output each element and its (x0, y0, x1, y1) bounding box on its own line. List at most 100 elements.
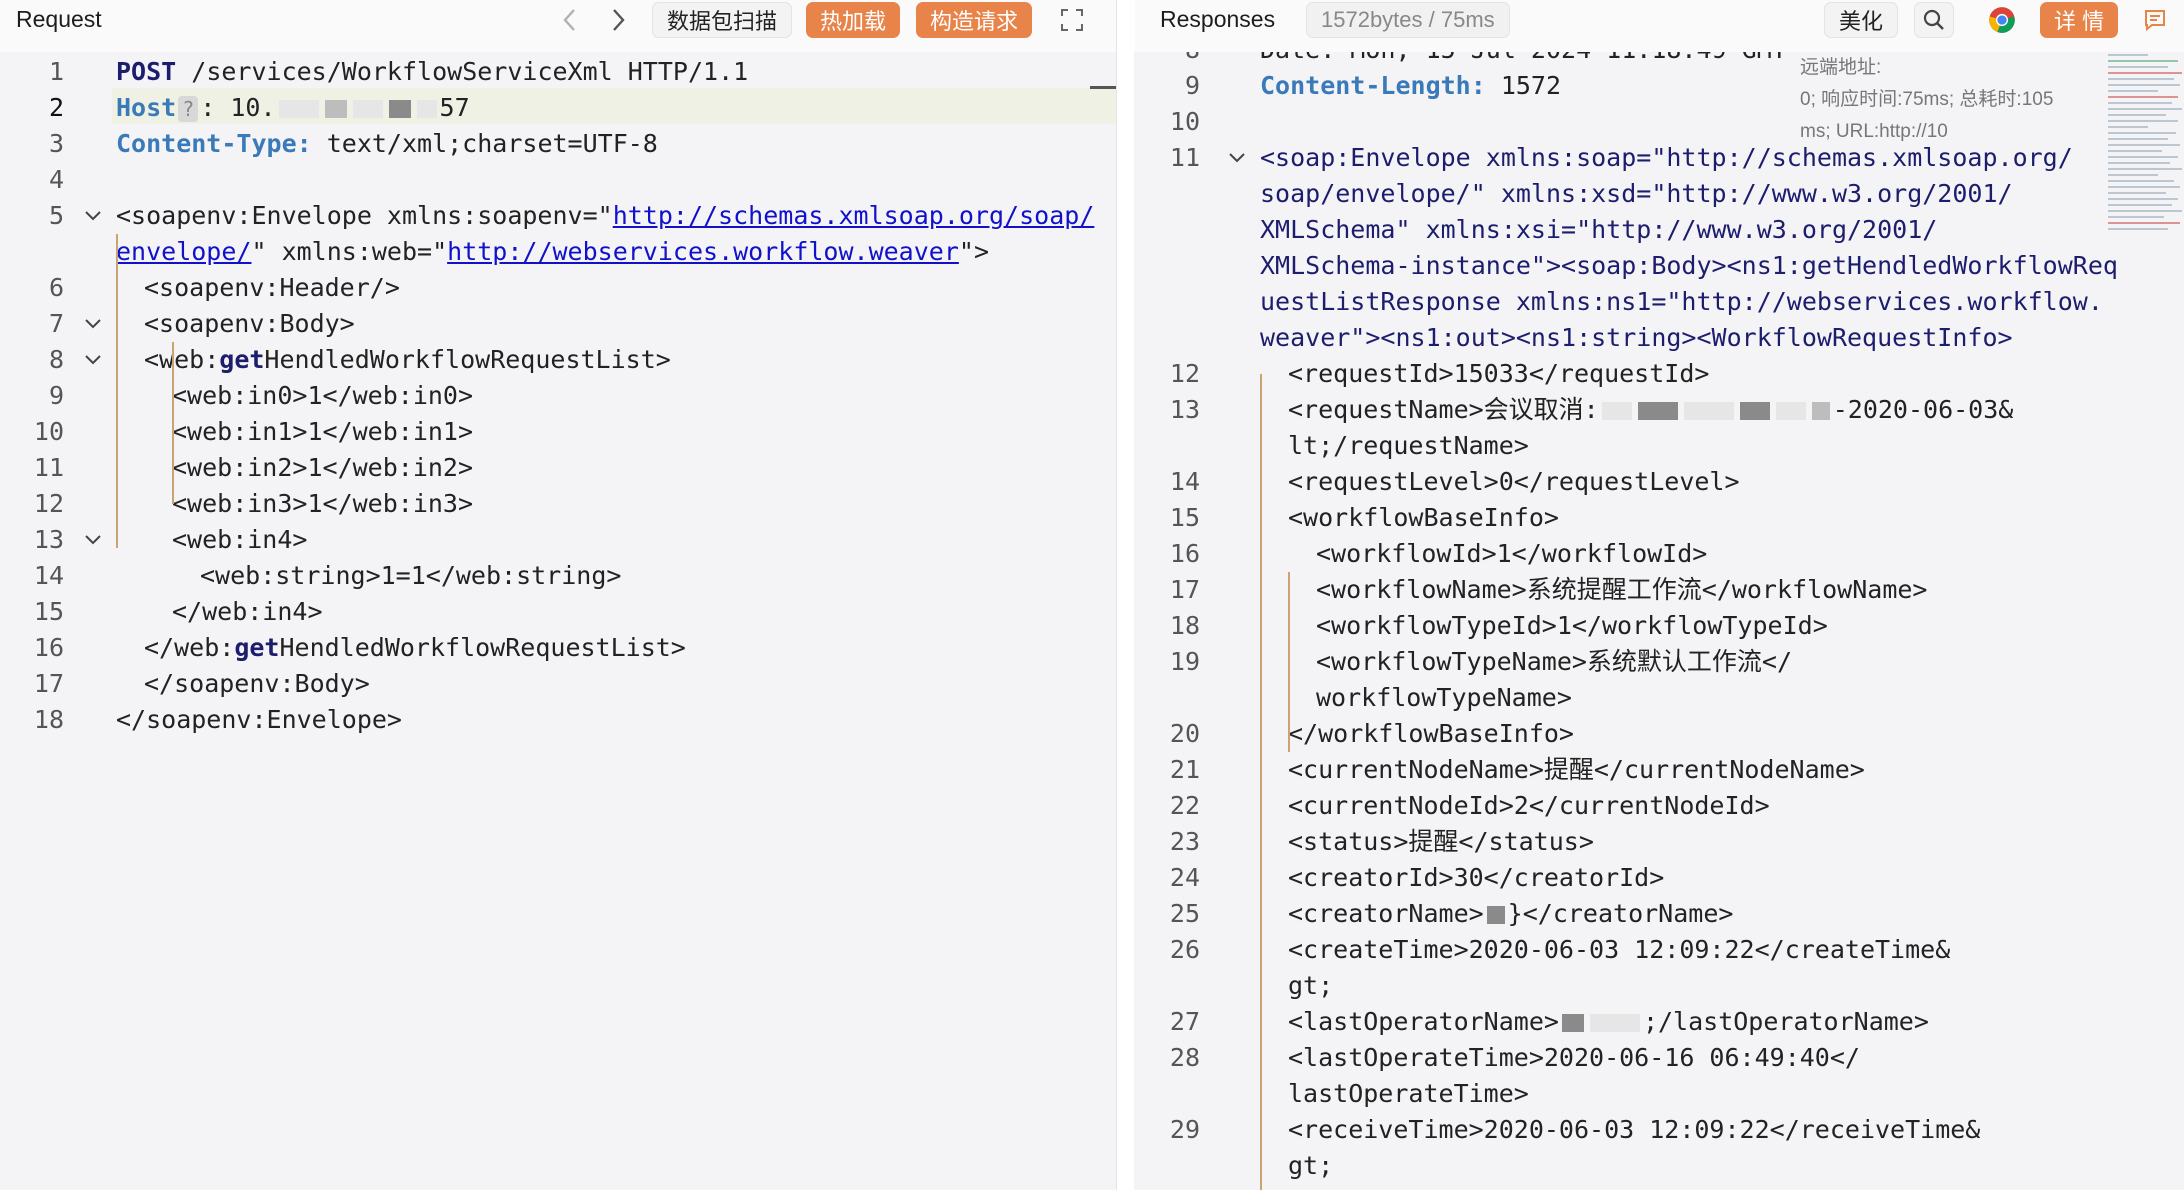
response-viewer[interactable]: 8 Date: Mon, 15 Jul 2024 11:18:49 GMT 9 Con… (1134, 52, 2184, 1190)
response-text: workflowTypeName> (1316, 683, 1572, 712)
hot-load-button[interactable]: 热加载 (806, 2, 901, 38)
line-number: 17 (1169, 575, 1200, 604)
namespace-link: http://schemas.xmlsoap.org/soap/ (612, 201, 1095, 230)
response-code: <status>提醒</status> (1288, 824, 1594, 860)
redacted (388, 100, 411, 118)
details-button[interactable]: 详 情 (2040, 2, 2119, 38)
redacted (1775, 402, 1806, 420)
redacted (1561, 1014, 1584, 1032)
fold-chevron-icon[interactable] (82, 349, 104, 371)
beautify-button[interactable]: 美化 (1824, 2, 1899, 38)
xml-tag: <web:in3>1</web:in3> (172, 489, 474, 518)
xml-tag: <web:in2>1</web:in2> (172, 453, 474, 482)
fold-chevron-icon[interactable] (82, 205, 104, 227)
line-number: 13 (1169, 395, 1200, 424)
response-size-badge: 1572bytes / 75ms (1306, 2, 1510, 38)
line-number: 2 (48, 93, 64, 122)
line-number: 24 (1169, 863, 1200, 892)
line-number: 23 (1169, 827, 1200, 856)
xml-tag: "> (958, 237, 989, 266)
response-text: <workflowId>1</workflowId> (1316, 539, 1708, 568)
line-number: 9 (1184, 71, 1200, 100)
chrome-icon (1989, 7, 2015, 33)
line-number: 28 (1169, 1043, 1200, 1072)
comment-button[interactable] (2136, 2, 2174, 38)
response-code: <currentNodeName>提醒</currentNodeName> (1288, 752, 1865, 788)
line-number: 10 (1169, 107, 1200, 136)
redacted (1486, 906, 1505, 924)
namespace-link: envelope/ (116, 237, 252, 266)
response-text: lt;/requestName> (1288, 431, 1529, 460)
response-info-overlay: 远端地址: 0; 响应时间:75ms; 总耗时:105 ms; URL:http… (1800, 52, 2090, 148)
redacted (1601, 402, 1632, 420)
back-arrow-icon[interactable] (558, 6, 582, 34)
method-name: get (234, 633, 280, 662)
request-editor[interactable]: 1 POST /services/WorkflowServiceXml HTTP/… (0, 52, 1116, 1190)
overlay-url: ms; URL:http://10 (1800, 121, 1948, 142)
line-number: 3 (48, 129, 64, 158)
request-code: <soapenv:Header/> (144, 270, 400, 306)
request-code: <web:in2>1</web:in2> (172, 450, 473, 486)
line-number: 5 (48, 201, 64, 230)
response-text: gt; (1288, 1151, 1334, 1180)
request-code: Host?: 10. 57 (116, 90, 470, 126)
response-text: <requestName>会议取消: (1288, 395, 1599, 424)
line-number: 12 (1169, 359, 1200, 388)
namespace-link: http://webservices.workflow.weaver (447, 237, 959, 266)
fold-chevron-icon[interactable] (82, 313, 104, 335)
packet-scan-button[interactable]: 数据包扫描 (652, 2, 793, 38)
redacted (324, 100, 347, 118)
code-minimap[interactable] (2106, 52, 2184, 242)
request-code: POST /services/WorkflowServiceXml HTTP/1… (116, 54, 748, 90)
line-number: 25 (1169, 899, 1200, 928)
response-code: lastOperateTime> (1288, 1076, 1529, 1112)
xml-tag: " xmlns:web=" (251, 237, 448, 266)
build-request-button[interactable]: 构造请求 (916, 2, 1033, 38)
xml-tag: HendledWorkflowRequestList> (279, 633, 686, 662)
pane-divider[interactable] (1116, 0, 1135, 1190)
forward-arrow-icon[interactable] (606, 6, 630, 34)
response-code: <workflowName>系统提醒工作流</workflowName> (1316, 572, 1928, 608)
line-number: 1 (48, 57, 64, 86)
search-icon (1923, 9, 1944, 30)
response-code: XMLSchema" xmlns:xsi="http://www.w3.org/… (1260, 212, 1937, 248)
comment-icon (2145, 10, 2165, 32)
response-code: </workflowBaseInfo> (1288, 716, 1574, 752)
response-code: Date: Mon, 15 Jul 2024 11:18:49 GMT (1260, 52, 1787, 68)
fullscreen-icon[interactable] (1060, 8, 1084, 32)
response-text: <requestLevel>0</requestLevel> (1288, 467, 1740, 496)
line-number: 8 (1134, 52, 1200, 68)
request-header: Request 数据包扫描 热加载 构造请求 (0, 0, 1118, 52)
response-text: <lastOperatorName> (1288, 1007, 1559, 1036)
indent-guide (172, 342, 174, 504)
chrome-button[interactable] (1982, 2, 2022, 38)
indent-guide (116, 234, 118, 548)
line-number: 10 (33, 417, 64, 446)
response-text: -2020-06-03& (1832, 395, 2014, 424)
request-code: <web:in0>1</web:in0> (172, 378, 473, 414)
response-text: <requestId>15033</requestId> (1288, 359, 1710, 388)
response-code: soap/envelope/" xmlns:xsd="http://www.w3… (1260, 176, 2013, 212)
header-value: : 10. (200, 93, 276, 122)
line-number: 16 (33, 633, 64, 662)
response-code: <workflowBaseInfo> (1288, 500, 1559, 536)
response-text: </workflowBaseInfo> (1288, 719, 1574, 748)
search-button[interactable] (1914, 2, 1954, 38)
response-text: <workflowTypeName>系统默认工作流</ (1316, 647, 1793, 676)
xml-tag: <web: (144, 345, 220, 374)
response-text: uestListResponse xmlns:ns1="http://webse… (1260, 287, 2103, 316)
response-header: Responses 1572bytes / 75ms 美化 详 情 (1134, 0, 2184, 52)
xml-tag: </soapenv:Body> (144, 669, 370, 698)
response-text: lastOperateTime> (1288, 1079, 1529, 1108)
fold-chevron-icon[interactable] (82, 529, 104, 551)
xml-tag: HendledWorkflowRequestList> (264, 345, 671, 374)
response-code: <lastOperateTime>2020-06-16 06:49:40</ (1288, 1040, 1860, 1076)
request-code: <web:in3>1</web:in3> (172, 486, 473, 522)
line-number: 20 (1169, 719, 1200, 748)
line-number: 11 (1169, 143, 1200, 172)
response-text: <status>提醒</status> (1288, 827, 1594, 856)
fold-chevron-icon[interactable] (1226, 147, 1248, 169)
help-icon[interactable]: ? (178, 96, 199, 122)
response-text: XMLSchema" xmlns:xsi="http://www.w3.org/… (1260, 215, 1938, 244)
line-number: 13 (33, 525, 64, 554)
